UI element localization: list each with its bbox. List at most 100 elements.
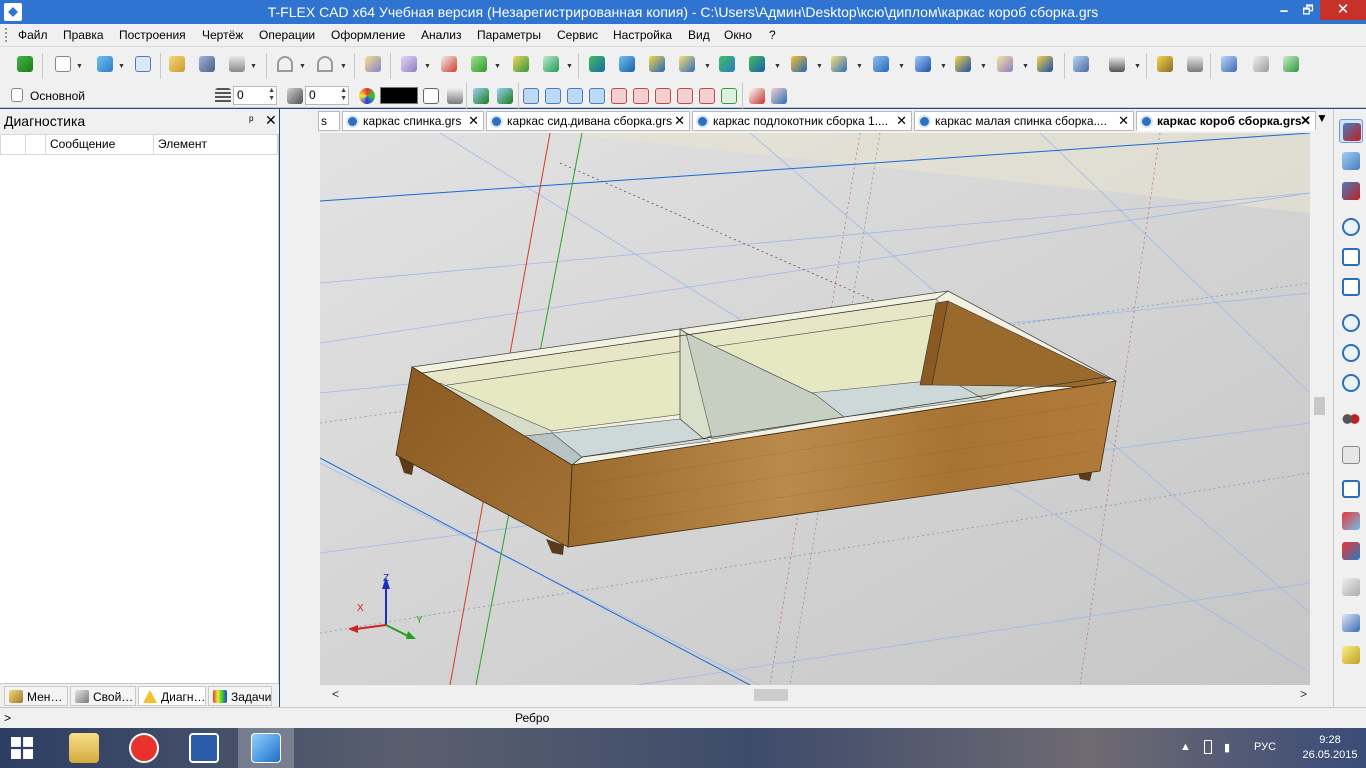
section-icon[interactable] <box>1339 575 1363 599</box>
doc-tab-sid-divana[interactable]: каркас сид.дивана сборка.grs ✕ <box>486 111 690 131</box>
tab-tasks[interactable]: Задачи <box>208 686 272 706</box>
tab-overflow-icon[interactable]: ▼ <box>1316 111 1328 125</box>
doc-tab-spinka[interactable]: каркас спинка.grs ✕ <box>342 111 484 131</box>
zoom-out-icon[interactable] <box>1339 341 1363 365</box>
menu-edit[interactable]: Правка <box>63 28 104 42</box>
snap-center-icon[interactable] <box>630 85 652 107</box>
restore-button[interactable]: 🗗 <box>1294 0 1322 20</box>
snap-operation-icon[interactable] <box>652 85 674 107</box>
zoom-fit-icon[interactable] <box>1339 245 1363 269</box>
tools-icon[interactable] <box>1154 53 1176 75</box>
snap-face-icon[interactable] <box>564 85 586 107</box>
sketch-icon[interactable] <box>362 53 384 75</box>
tab-menu[interactable]: Мен… <box>4 686 68 706</box>
save-icon[interactable] <box>196 53 218 75</box>
menu-analysis[interactable]: Анализ <box>421 28 462 42</box>
materials-icon[interactable] <box>768 85 790 107</box>
attach-icon[interactable] <box>1218 53 1240 75</box>
redo-icon[interactable] <box>314 53 336 75</box>
zoom-all-icon[interactable] <box>1339 275 1363 299</box>
object-snap-icon[interactable] <box>1339 149 1363 173</box>
properties-window-icon[interactable] <box>132 53 154 75</box>
dropdown-arrow-icon[interactable]: ▼ <box>940 63 947 71</box>
dropdown-arrow-icon[interactable]: ▼ <box>1134 63 1141 71</box>
color-dropdown-icon[interactable] <box>420 85 442 107</box>
snap-fragment-icon[interactable] <box>674 85 696 107</box>
select-elements-icon[interactable] <box>1339 539 1363 563</box>
rotate-body-icon[interactable] <box>616 53 638 75</box>
surface-icon[interactable] <box>994 53 1016 75</box>
print-icon[interactable] <box>226 53 248 75</box>
assembly-icon[interactable] <box>1034 53 1056 75</box>
menu-service[interactable]: Сервис <box>557 28 598 42</box>
workplane-icon[interactable] <box>398 53 420 75</box>
input-language[interactable]: РУС <box>1254 741 1276 753</box>
extrude-icon[interactable] <box>586 53 608 75</box>
3d-viewport[interactable]: Z X Y <box>320 133 1310 685</box>
profile-icon[interactable] <box>540 53 562 75</box>
zoom-window-icon[interactable] <box>1339 215 1363 239</box>
color-swatch[interactable] <box>380 87 418 104</box>
dropdown-arrow-icon[interactable]: ▼ <box>1022 63 1029 71</box>
axes-icon[interactable] <box>510 53 532 75</box>
scrollbar-thumb[interactable] <box>754 689 788 701</box>
measure-icon[interactable] <box>1250 53 1272 75</box>
tray-chevron-icon[interactable]: ▲ <box>1180 741 1191 753</box>
doc-tab-korob[interactable]: каркас короб сборка.grs ✕ <box>1136 111 1316 131</box>
dropdown-arrow-icon[interactable]: ▼ <box>340 63 347 71</box>
dropdown-arrow-icon[interactable]: ▼ <box>76 63 83 71</box>
column-header-type[interactable] <box>0 134 26 155</box>
tab-close-icon[interactable]: ✕ <box>896 112 907 130</box>
tab-close-icon[interactable]: ✕ <box>468 112 479 130</box>
dropdown-arrow-icon[interactable]: ▼ <box>250 63 257 71</box>
scroll-left-icon[interactable]: < <box>332 687 339 701</box>
close-button[interactable]: ✕ <box>1320 0 1366 20</box>
confirm-icon[interactable] <box>14 53 36 75</box>
cut-icon[interactable] <box>952 53 974 75</box>
dropdown-arrow-icon[interactable]: ▼ <box>816 63 823 71</box>
undo-icon[interactable] <box>274 53 296 75</box>
menu-parameters[interactable]: Параметры <box>477 28 541 42</box>
layer-input[interactable]: 0 ▲ ▼ <box>305 86 349 105</box>
tflex-cad-icon[interactable] <box>238 728 294 768</box>
new-3d-icon[interactable] <box>94 53 116 75</box>
vertical-scrollbar[interactable] <box>1311 133 1328 685</box>
menu-design[interactable]: Оформление <box>331 28 405 42</box>
menu-file[interactable]: Файл <box>18 28 48 42</box>
word-icon[interactable] <box>176 728 232 768</box>
snap-node-icon[interactable] <box>718 85 740 107</box>
doc-tab-partial[interactable]: s <box>318 111 340 131</box>
scrollbar-thumb[interactable] <box>1314 397 1325 415</box>
tab-close-icon[interactable]: ✕ <box>674 112 685 130</box>
tab-properties[interactable]: Свой… <box>70 686 136 706</box>
dropdown-arrow-icon[interactable]: ▼ <box>299 63 306 71</box>
dropdown-arrow-icon[interactable]: ▼ <box>118 63 125 71</box>
dropdown-arrow-icon[interactable]: ▼ <box>704 63 711 71</box>
select-filter-icon[interactable] <box>470 85 492 107</box>
tab-diagnostics[interactable]: Диагн… <box>138 686 206 706</box>
battery-icon[interactable] <box>1204 740 1212 754</box>
menu-window[interactable]: Окно <box>724 28 752 42</box>
tab-close-icon[interactable]: ✕ <box>1300 112 1311 130</box>
palette-icon[interactable] <box>356 85 378 107</box>
horizontal-scrollbar[interactable]: < > <box>320 686 1310 704</box>
array-icon[interactable] <box>788 53 810 75</box>
style-dropdown[interactable]: Основной <box>30 87 85 105</box>
menu-settings[interactable]: Настройка <box>613 28 672 42</box>
zoom-previous-icon[interactable] <box>1339 371 1363 395</box>
symmetry-icon[interactable] <box>828 53 850 75</box>
calculator-icon[interactable] <box>1184 53 1206 75</box>
spin-arrows-icon[interactable]: ▲ ▼ <box>268 87 275 103</box>
zoom-in-icon[interactable] <box>1339 311 1363 335</box>
dimension-icon[interactable] <box>1106 53 1128 75</box>
dropdown-arrow-icon[interactable]: ▼ <box>494 63 501 71</box>
scroll-right-icon[interactable]: > <box>1300 687 1307 701</box>
stereo-icon[interactable] <box>1339 407 1363 431</box>
pin-icon[interactable]: ᵖ <box>249 113 254 127</box>
select-all-icon[interactable] <box>494 85 516 107</box>
yandex-browser-icon[interactable] <box>116 728 172 768</box>
spin-arrows-icon[interactable]: ▲ ▼ <box>340 87 347 103</box>
lcs-icon[interactable] <box>438 53 460 75</box>
loft-icon[interactable] <box>716 53 738 75</box>
copy-view-icon[interactable] <box>1339 443 1363 467</box>
